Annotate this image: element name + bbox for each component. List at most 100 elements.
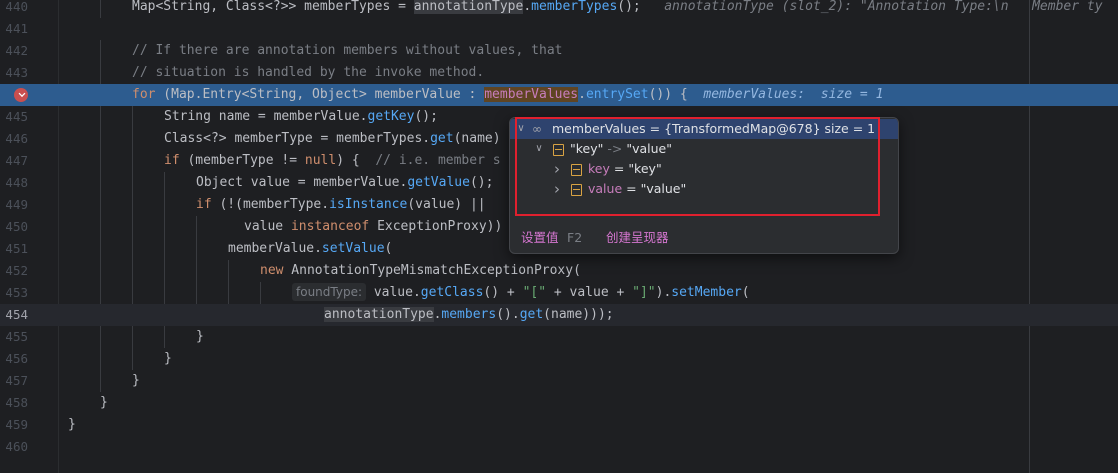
variable-name: memberValues <box>552 121 646 136</box>
line-number[interactable]: 441 <box>0 18 28 40</box>
line-number[interactable]: 458 <box>0 392 28 414</box>
code-line[interactable]: 459} <box>0 414 1118 436</box>
code-token: (); <box>617 0 665 14</box>
code-token: (name))); <box>543 307 614 322</box>
line-number[interactable]: 451 <box>0 238 28 260</box>
line-number[interactable]: 447 <box>0 150 28 172</box>
line-number[interactable]: 449 <box>0 194 28 216</box>
code-text[interactable]: Map<String, Class<?>> memberTypes = anno… <box>132 0 1103 18</box>
code-text[interactable]: } <box>68 414 76 436</box>
code-token: memberValues <box>484 87 579 102</box>
code-token: // If there are annotation members witho… <box>132 43 563 58</box>
inline-value-hint: annotationType (slot_2): "Annotation Typ… <box>664 0 1103 14</box>
code-text[interactable]: annotationType.members().get(name))); <box>324 304 614 326</box>
code-line[interactable]: 453 foundType: value.getClass() + "[" + v… <box>0 282 1118 304</box>
code-text[interactable]: new AnnotationTypeMismatchExceptionProxy… <box>260 260 581 282</box>
variable-value: {TransformedMap@678} <box>664 121 821 136</box>
code-text[interactable]: memberValue.setValue( <box>228 238 392 260</box>
code-text[interactable]: } <box>196 326 204 348</box>
code-text[interactable]: value instanceof ExceptionProxy)) <box>244 216 502 238</box>
variable-value: "value" <box>626 141 672 156</box>
variable-name: key <box>588 161 610 176</box>
line-number[interactable]: 452 <box>0 260 28 282</box>
code-line[interactable]: 457} <box>0 370 1118 392</box>
code-token: for <box>132 87 156 102</box>
code-text[interactable]: // If there are annotation members witho… <box>132 40 562 62</box>
code-token: AnnotationTypeMismatchExceptionProxy( <box>283 263 581 278</box>
chevron-down-icon[interactable]: ∨ <box>516 119 526 139</box>
code-text[interactable]: } <box>132 370 140 392</box>
code-token: setValue <box>321 241 385 256</box>
set-value-shortcut: F2 <box>567 230 583 245</box>
line-number[interactable]: 440 <box>0 0 28 18</box>
line-number[interactable]: 456 <box>0 348 28 370</box>
line-number[interactable]: 457 <box>0 370 28 392</box>
line-number[interactable]: 445 <box>0 106 28 128</box>
line-number[interactable]: 443 <box>0 62 28 84</box>
code-token: get <box>430 131 454 146</box>
debugger-value-popup[interactable]: ∨ ∞ memberValues = {TransformedMap@678} si… <box>509 117 899 254</box>
code-line[interactable]: 443 // situation is handled by the invoke… <box>0 62 1118 84</box>
code-token: } <box>132 373 140 388</box>
code-text[interactable]: Class<?> memberType = memberTypes.get(na… <box>164 128 501 150</box>
code-text[interactable]: if (memberType != null) { // i.e. member… <box>164 150 501 172</box>
code-token: (). <box>496 307 520 322</box>
breakpoint-icon[interactable] <box>14 88 28 102</box>
code-line[interactable]: 442 // If there are annotation members wi… <box>0 40 1118 62</box>
variable-name: value <box>588 181 623 196</box>
chevron-down-icon[interactable]: ∨ <box>534 139 544 159</box>
code-line[interactable]: 455} <box>0 326 1118 348</box>
code-token: getValue <box>407 175 470 190</box>
separator: = <box>622 181 641 196</box>
code-token: setMember <box>671 285 742 300</box>
code-text[interactable]: if (!(memberType.isInstance(value) || <box>196 194 486 216</box>
code-text[interactable]: String name = memberValue.getKey(); <box>164 106 438 128</box>
line-number[interactable]: 455 <box>0 326 28 348</box>
line-number[interactable]: 442 <box>0 40 28 62</box>
code-token: getKey <box>367 109 415 124</box>
field-icon <box>571 164 582 176</box>
code-line[interactable]: 456} <box>0 348 1118 370</box>
code-token: + value + <box>546 285 633 300</box>
code-token: } <box>68 417 76 432</box>
tree-node[interactable]: ∨ ∞ memberValues = {TransformedMap@678} si… <box>510 119 898 139</box>
tree-node[interactable]: › key = "key" <box>510 159 898 179</box>
line-number[interactable]: 446 <box>0 128 28 150</box>
code-line[interactable]: 452 new AnnotationTypeMismatchExceptionPr… <box>0 260 1118 282</box>
code-text[interactable]: } <box>100 392 108 414</box>
code-line[interactable]: 444for (Map.Entry<String, Object> member… <box>0 84 1118 106</box>
chevron-right-icon[interactable]: › <box>552 159 562 179</box>
code-token: . <box>578 87 586 102</box>
code-token: ) { <box>336 153 376 168</box>
code-token: if <box>196 197 212 212</box>
code-line[interactable]: 454 annotationType.members().get(name))); <box>0 304 1118 326</box>
code-token: Class<?> memberType = memberTypes. <box>164 131 431 146</box>
code-token: value. <box>366 285 421 300</box>
code-text[interactable]: } <box>164 348 172 370</box>
code-line[interactable]: 441 <box>0 18 1118 40</box>
line-number[interactable]: 459 <box>0 414 28 436</box>
code-line[interactable]: 458} <box>0 392 1118 414</box>
code-token: "[" <box>522 285 547 300</box>
chevron-right-icon[interactable]: › <box>552 179 562 199</box>
code-text[interactable]: for (Map.Entry<String, Object> memberVal… <box>132 84 883 106</box>
line-number[interactable]: 453 <box>0 282 28 304</box>
parameter-hint: foundType: <box>292 283 366 301</box>
tree-node[interactable]: › value = "value" <box>510 179 898 199</box>
set-value-action[interactable]: 设置值 <box>521 223 559 253</box>
line-number[interactable]: 448 <box>0 172 28 194</box>
create-renderer-action[interactable]: 创建呈现器 <box>606 223 669 253</box>
line-number[interactable]: 454 <box>0 304 28 326</box>
code-token: isInstance <box>329 197 408 212</box>
code-token: String name = memberValue. <box>164 109 368 124</box>
code-token: ( <box>384 241 393 256</box>
line-number[interactable]: 450 <box>0 216 28 238</box>
code-text[interactable]: // situation is handled by the invoke me… <box>132 62 484 84</box>
code-text[interactable]: Object value = memberValue.getValue(); <box>196 172 493 194</box>
code-line[interactable]: 460 <box>0 436 1118 458</box>
tree-node[interactable]: ∨ "key" -> "value" <box>510 139 898 159</box>
code-text[interactable]: foundType: value.getClass() + "[" + valu… <box>292 282 750 304</box>
line-number[interactable]: 460 <box>0 436 28 458</box>
code-line[interactable]: 440 Map<String, Class<?>> memberTypes = a… <box>0 0 1118 18</box>
code-token: "]" <box>632 285 656 300</box>
